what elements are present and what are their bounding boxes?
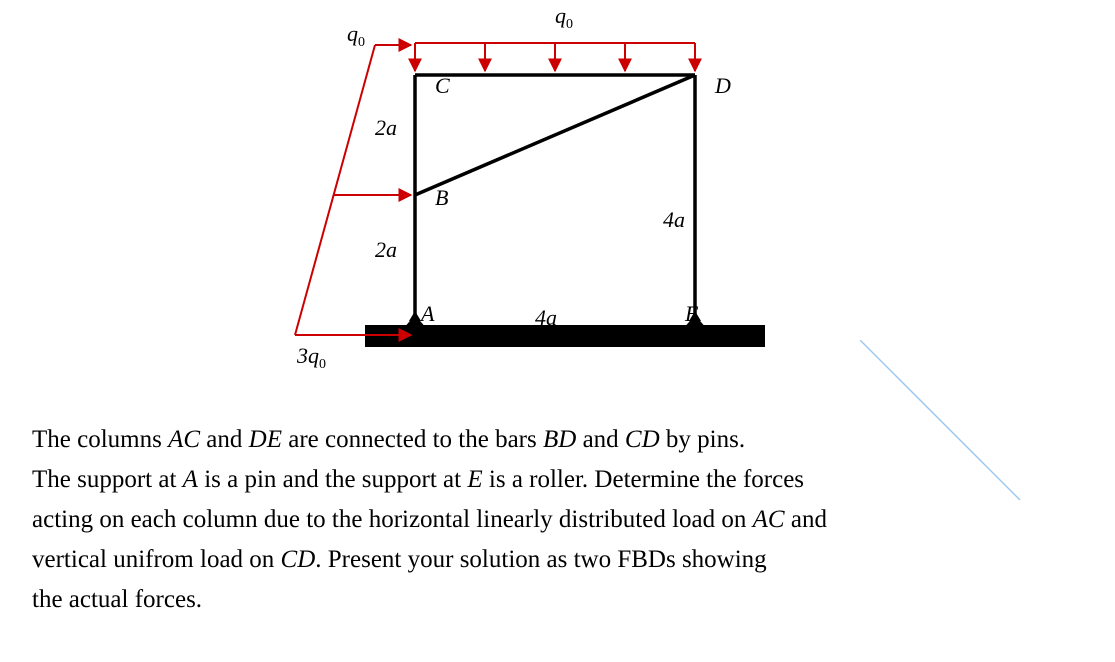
- node-d: D: [714, 73, 731, 98]
- figure: q0 q0 3q0 2a 2a 4a 4a C D B A E: [235, 5, 835, 375]
- node-a: A: [419, 301, 435, 326]
- page: q0 q0 3q0 2a 2a 4a 4a C D B A E: [0, 0, 1115, 662]
- bar-bd: [415, 75, 695, 195]
- linear-load-slope: [295, 45, 375, 335]
- label-4a-side: 4a: [663, 207, 685, 232]
- label-2a-upper: 2a: [375, 115, 397, 140]
- label-4a-bottom: 4a: [535, 305, 557, 330]
- label-q-top: q0: [555, 3, 573, 32]
- label-3q0: 3q0: [296, 343, 326, 372]
- problem-text: The columns AC and DE are connected to t…: [32, 420, 1092, 620]
- label-q-left: q0: [347, 21, 365, 50]
- node-c: C: [435, 73, 450, 98]
- label-2a-lower: 2a: [375, 237, 397, 262]
- node-e: E: [684, 301, 699, 326]
- node-b: B: [435, 185, 448, 210]
